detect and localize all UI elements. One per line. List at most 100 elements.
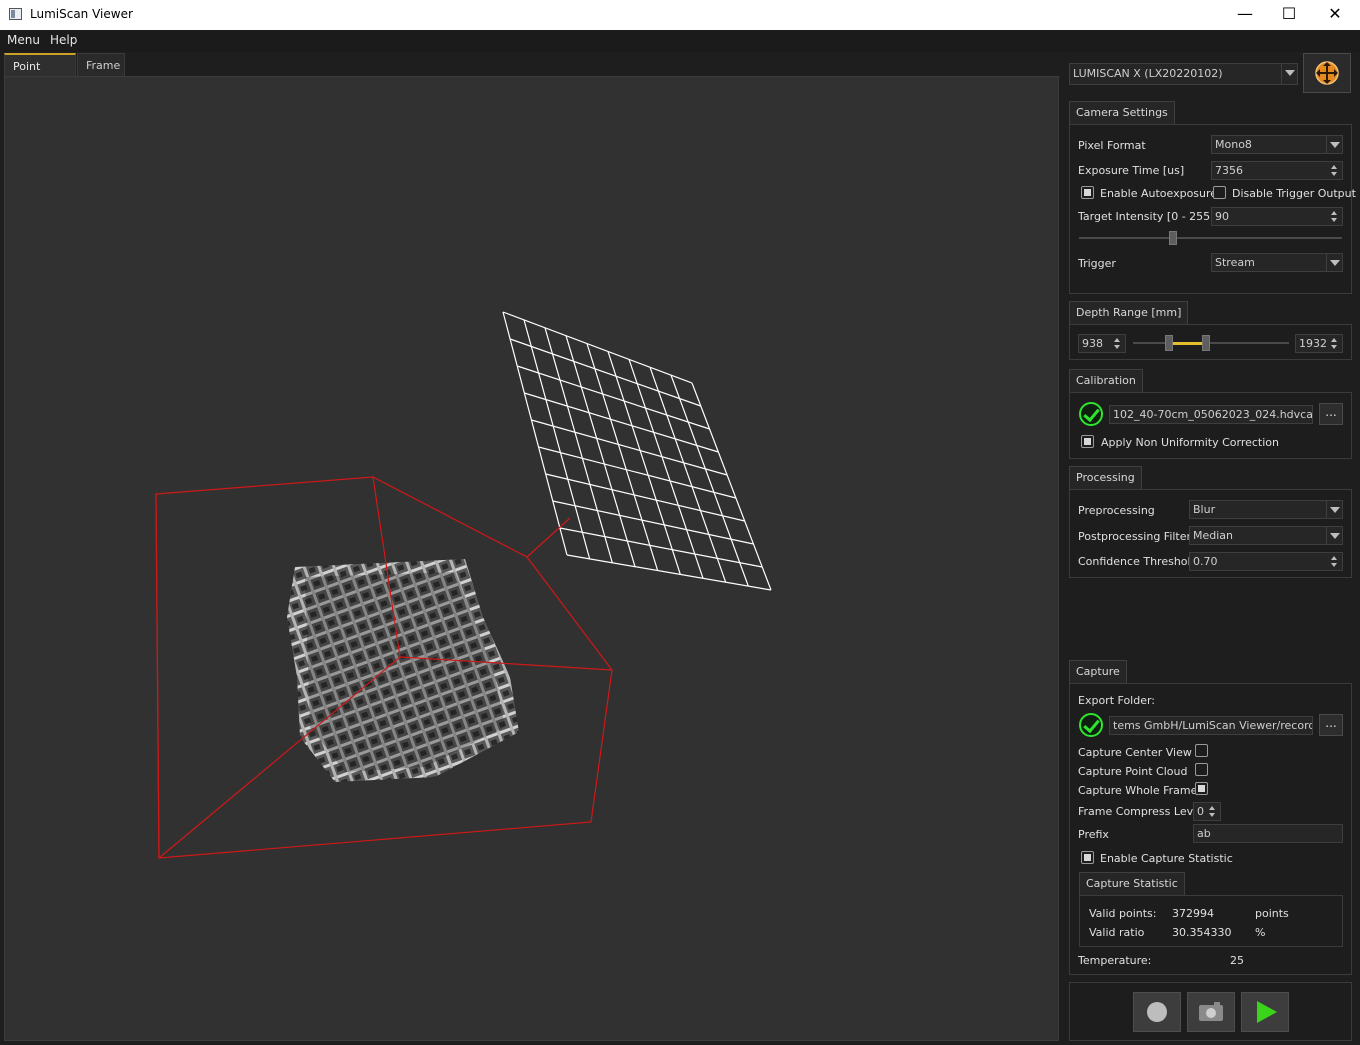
autoexposure-checkbox[interactable] [1081,186,1094,199]
capture-center-label: Capture Center View [1078,746,1192,759]
prefix-input[interactable]: ab [1193,824,1343,843]
compress-level-spinbox[interactable]: 0 [1193,802,1221,821]
title-bar: LumiScan Viewer — ☐ ✕ [0,0,1360,30]
capture-statistic-tab: Capture Statistic [1079,872,1185,895]
point-cloud-viewport[interactable] [4,76,1059,1041]
temperature-label: Temperature: [1078,954,1152,967]
chevron-down-icon [1326,527,1342,544]
spin-arrows-icon[interactable] [1330,208,1340,225]
depth-max-spinbox[interactable]: 1932 [1295,334,1343,353]
depth-range-slider[interactable] [1133,342,1289,344]
menu-bar: Menu Help [0,30,1360,52]
action-bar [1069,982,1352,1041]
processing-panel: Preprocessing Blur Postprocessing Filter… [1069,489,1352,578]
capture-whole-checkbox[interactable] [1195,782,1208,795]
export-folder-label: Export Folder: [1078,694,1156,707]
trigger-label: Trigger [1078,257,1116,270]
menu-item-menu[interactable]: Menu [7,33,40,47]
export-folder-browse-button[interactable]: ... [1319,714,1343,736]
record-icon [1147,1002,1167,1022]
target-intensity-spinbox[interactable]: 90 [1211,207,1343,226]
target-intensity-value: 90 [1215,210,1229,223]
depth-min-spinbox[interactable]: 938 [1078,334,1126,353]
snapshot-button[interactable] [1187,992,1235,1032]
valid-ratio-label: Valid ratio [1089,926,1145,939]
target-intensity-slider-handle[interactable] [1169,231,1177,245]
minimize-button[interactable]: — [1222,0,1268,30]
compress-level-value: 0 [1197,805,1204,818]
depth-range-selection [1169,342,1206,345]
depth-min-handle[interactable] [1165,335,1173,351]
play-icon [1257,1001,1277,1023]
capture-statistic-box: Valid points: 372994 points Valid ratio … [1079,895,1343,947]
grid-line [691,382,772,591]
processing-tab: Processing [1069,466,1142,489]
prefix-label: Prefix [1078,828,1109,841]
close-button[interactable]: ✕ [1312,0,1358,30]
capture-statistic-checkbox[interactable] [1081,851,1094,864]
depth-range-panel: 938 1932 [1069,324,1352,360]
record-button[interactable] [1133,992,1181,1032]
exposure-value: 7356 [1215,164,1243,177]
exposure-spinbox[interactable]: 7356 [1211,161,1343,180]
chevron-down-icon [1326,501,1342,518]
grid-line [559,527,763,568]
nuc-label: Apply Non Uniformity Correction [1101,436,1279,449]
device-settings-icon [1315,61,1339,85]
grid-line [552,500,754,545]
device-select-value: LUMISCAN X (LX20220102) [1073,67,1223,80]
pixel-format-select[interactable]: Mono8 [1211,135,1343,154]
export-folder-field[interactable]: tems GmbH/LumiScan Viewer/records [1109,716,1313,735]
disable-trigger-checkbox[interactable] [1213,186,1226,199]
device-settings-button[interactable] [1303,53,1351,93]
grid-line [545,473,745,522]
capture-tab: Capture [1069,660,1127,683]
valid-points-unit: points [1255,907,1289,920]
grid-line [586,343,659,571]
calibration-tab: Calibration [1069,369,1143,392]
nuc-checkbox[interactable] [1081,435,1094,448]
grid-line [502,311,568,556]
tab-frame[interactable]: Frame [77,53,125,77]
scene-svg [155,311,772,859]
grid-line [628,359,704,579]
confidence-label: Confidence Threshold [1078,555,1198,568]
preprocessing-label: Preprocessing [1078,504,1155,517]
spin-arrows-icon[interactable] [1330,162,1340,179]
confidence-value: 0.70 [1193,555,1218,568]
preprocessing-select[interactable]: Blur [1189,500,1343,519]
trigger-value: Stream [1215,256,1255,269]
spin-arrows-icon[interactable] [1330,335,1340,352]
spin-arrows-icon[interactable] [1113,335,1123,352]
capture-cloud-checkbox[interactable] [1195,763,1208,776]
exposure-label: Exposure Time [us] [1078,164,1185,177]
valid-ratio-unit: % [1255,926,1266,939]
play-button[interactable] [1241,992,1289,1032]
target-intensity-slider[interactable] [1079,237,1342,239]
maximize-button[interactable]: ☐ [1266,0,1312,30]
pixel-format-label: Pixel Format [1078,139,1146,152]
device-select[interactable]: LUMISCAN X (LX20220102) [1069,63,1298,85]
app-icon [9,8,22,20]
valid-points-value: 372994 [1172,907,1214,920]
spin-arrows-icon[interactable] [1208,803,1218,820]
postprocessing-select[interactable]: Median [1189,526,1343,545]
depth-max-handle[interactable] [1202,335,1210,351]
disable-trigger-label: Disable Trigger Output [1232,187,1356,200]
calibration-file-field[interactable]: 102_40-70cm_05062023_024.hdvcal [1109,405,1313,424]
camera-icon [1199,1002,1223,1021]
camera-settings-panel: Pixel Format Mono8 Exposure Time [us] 73… [1069,124,1356,294]
tab-point-cloud[interactable]: Point Cloud [4,53,76,97]
window-title: LumiScan Viewer [30,7,133,21]
confidence-spinbox[interactable]: 0.70 [1189,552,1343,571]
calibration-grid [502,311,772,591]
menu-item-help[interactable]: Help [50,33,77,47]
spin-arrows-icon[interactable] [1330,553,1340,570]
calibration-browse-button[interactable]: ... [1319,403,1343,425]
capture-center-checkbox[interactable] [1195,744,1208,757]
grid-line [566,554,772,591]
trigger-select[interactable]: Stream [1211,253,1343,272]
chevron-down-icon [1326,254,1342,271]
target-intensity-label: Target Intensity [0 - 255] [1078,210,1215,223]
autoexposure-label: Enable Autoexposure [1100,187,1218,200]
